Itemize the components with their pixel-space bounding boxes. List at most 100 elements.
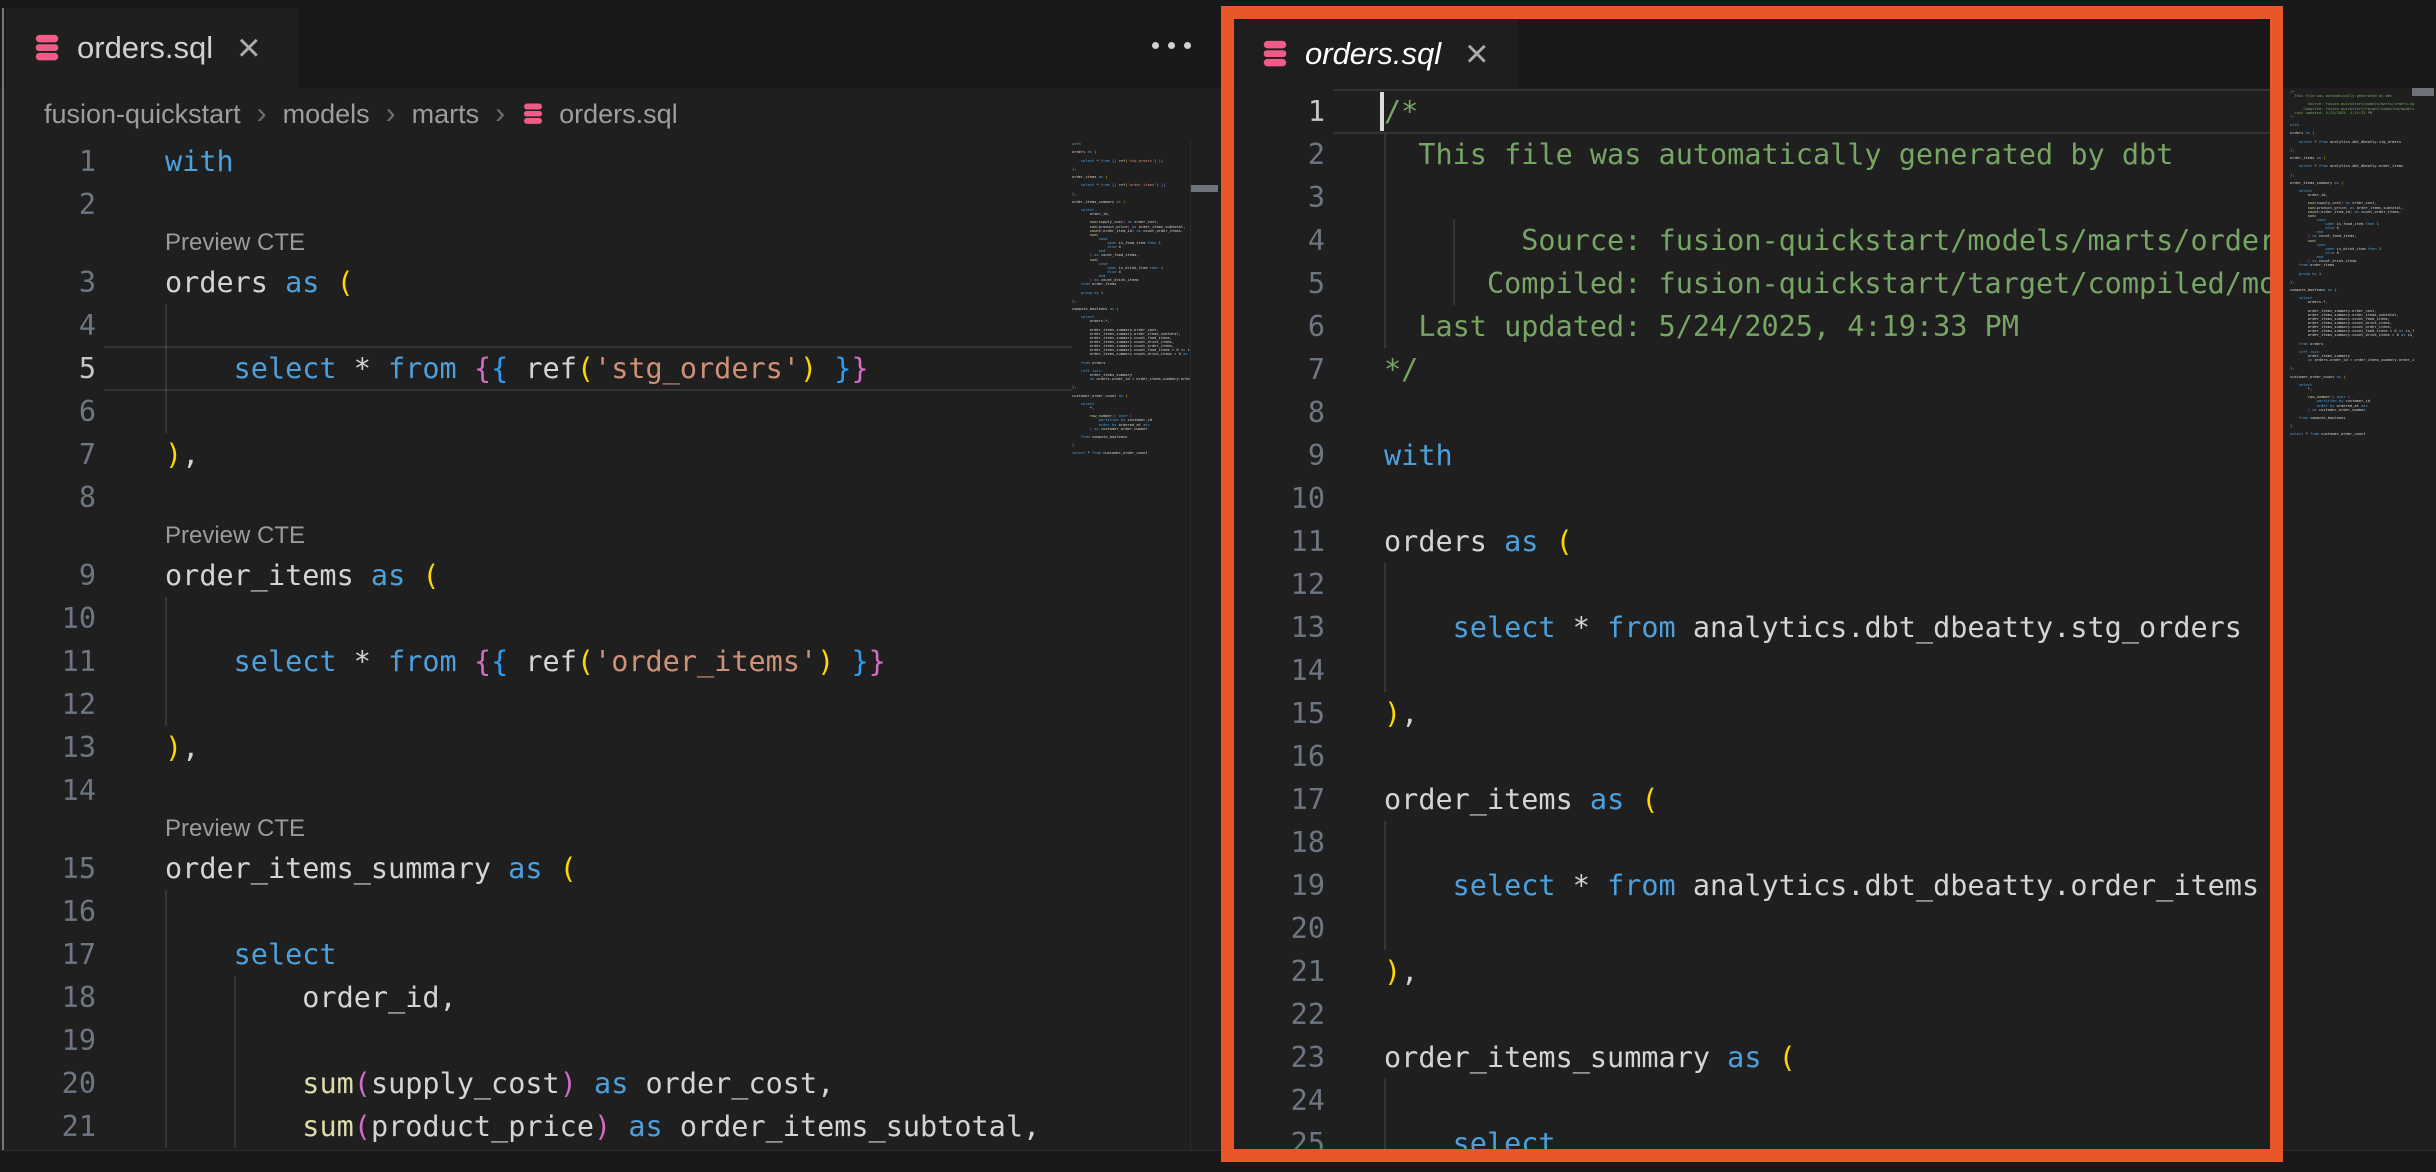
scrollbar-track[interactable] <box>1190 140 1191 1150</box>
line-number: 21 <box>1234 950 1325 993</box>
line-number: 12 <box>1234 563 1325 606</box>
line-number: 8 <box>1234 391 1325 434</box>
code-line[interactable] <box>1384 821 1401 864</box>
line-number: 13 <box>1234 606 1325 649</box>
close-icon[interactable]: × <box>1465 34 1488 74</box>
code-line[interactable]: order_id, <box>165 976 457 1019</box>
code-line[interactable]: This file was automatically generated by… <box>1384 133 2173 176</box>
code-line[interactable]: ), <box>165 433 199 476</box>
code-line[interactable] <box>165 1019 182 1062</box>
code-line[interactable]: select * from analytics.dbt_dbeatty.orde… <box>1384 864 2259 907</box>
code-line[interactable]: orders as ( <box>1384 520 1573 563</box>
code-line[interactable]: Last updated: 5/24/2025, 4:19:33 PM <box>1384 305 2019 348</box>
code-line[interactable]: order_items_summary as ( <box>165 847 577 890</box>
code-line[interactable] <box>1384 649 1401 692</box>
code-line[interactable] <box>1384 1079 1401 1122</box>
codelens-preview-cte[interactable]: Preview CTE <box>165 226 305 261</box>
indent-guide <box>1453 219 1455 305</box>
code-line[interactable]: with <box>165 140 234 183</box>
code-line[interactable] <box>165 769 182 812</box>
line-number: 12 <box>0 683 96 726</box>
overview-ruler-marker <box>1191 185 1218 192</box>
code-line[interactable]: /* <box>1384 90 1418 133</box>
code-line[interactable] <box>165 683 182 726</box>
line-number: 17 <box>1234 778 1325 821</box>
code-line[interactable] <box>165 890 182 933</box>
breadcrumb-item-file[interactable]: orders.sql <box>559 99 678 130</box>
code-line[interactable]: select * from {{ ref('stg_orders') }} <box>165 347 869 390</box>
code-line[interactable]: order_items as ( <box>1384 778 1659 821</box>
code-line[interactable] <box>1384 176 1401 219</box>
line-number: 5 <box>1234 262 1325 305</box>
close-icon[interactable]: × <box>237 28 260 68</box>
code-line[interactable]: orders as ( <box>165 261 354 304</box>
code-line[interactable]: sum(supply_cost) as order_cost, <box>165 1062 834 1105</box>
chevron-right-icon: › <box>493 97 507 131</box>
line-number: 22 <box>1234 993 1325 1036</box>
line-number: 3 <box>0 261 96 304</box>
line-number: 4 <box>1234 219 1325 262</box>
line-number: 15 <box>1234 692 1325 735</box>
code-line[interactable] <box>1384 735 1401 778</box>
tab-orders-sql-right-preview[interactable]: orders.sql × <box>1234 20 1518 88</box>
code-line[interactable] <box>1384 477 1401 520</box>
line-number: 9 <box>1234 434 1325 477</box>
code-line[interactable]: select * from analytics.dbt_dbeatty.stg_… <box>1384 606 2242 649</box>
line-number: 20 <box>0 1062 96 1105</box>
code-line[interactable]: select * from {{ ref('order_items') }} <box>165 640 886 683</box>
code-line[interactable]: ), <box>1384 692 1418 735</box>
indent-guide <box>1384 563 1386 692</box>
code-line[interactable] <box>165 304 182 347</box>
code-line[interactable] <box>1384 907 1401 950</box>
code-line[interactable]: sum(product_price) as order_items_subtot… <box>165 1105 1040 1148</box>
tab-orders-sql-left[interactable]: orders.sql × <box>6 8 298 88</box>
line-number: 10 <box>1234 477 1325 520</box>
editor-right[interactable]: 1/*2 This file was automatically generat… <box>1234 88 2270 1149</box>
code-line[interactable]: Source: fusion-quickstart/models/marts/o… <box>1384 219 2270 262</box>
chevron-right-icon: › <box>384 97 398 131</box>
breadcrumb-item-marts[interactable]: marts <box>412 99 480 130</box>
codelens-preview-cte[interactable]: Preview CTE <box>165 519 305 554</box>
codelens-preview-cte[interactable]: Preview CTE <box>165 812 305 847</box>
tab-label: orders.sql <box>77 30 213 66</box>
code-line[interactable]: Compiled: fusion-quickstart/target/compi… <box>1384 262 2270 305</box>
code-line[interactable]: order_items as ( <box>165 554 440 597</box>
line-number: 19 <box>1234 864 1325 907</box>
line-number: 9 <box>0 554 96 597</box>
code-line[interactable]: order_items_summary as ( <box>1384 1036 1796 1079</box>
line-number: 13 <box>0 726 96 769</box>
current-line-border <box>1333 132 2270 134</box>
tab-bar-left: orders.sql × <box>0 0 1220 88</box>
breadcrumb: fusion-quickstart › models › marts › ord… <box>44 88 1064 140</box>
line-number: 15 <box>0 847 96 890</box>
code-line[interactable]: ), <box>165 726 199 769</box>
line-number: 1 <box>1234 90 1325 133</box>
code-line[interactable] <box>1384 391 1401 434</box>
tab-label: orders.sql <box>1305 36 1441 72</box>
minimap-line: order_items_summary.count_drink_items > … <box>2290 333 2414 337</box>
line-number: 18 <box>0 976 96 1019</box>
code-line[interactable]: select <box>165 933 337 976</box>
code-line[interactable] <box>165 597 182 640</box>
minimap-left[interactable]: with orders as ( select * from {{ ref('s… <box>1072 142 1190 1148</box>
editor-left[interactable]: 1with2 Preview CTE3orders as (4 5 select… <box>0 140 1072 1150</box>
minimap-line: select * from customer_order_count <box>1072 451 1190 455</box>
code-line[interactable] <box>165 183 182 226</box>
minimap-right[interactable]: /* This file was automatically generated… <box>2290 90 2414 1148</box>
code-line[interactable]: ), <box>1384 950 1418 993</box>
code-line[interactable] <box>165 390 182 433</box>
code-line[interactable]: with <box>1384 434 1453 477</box>
indent-guide <box>1384 133 1386 348</box>
breadcrumb-item-models[interactable]: models <box>283 99 370 130</box>
more-actions-icon[interactable] <box>1152 42 1191 49</box>
code-line[interactable] <box>1384 563 1401 606</box>
text-cursor <box>1380 92 1384 131</box>
database-icon <box>32 32 62 64</box>
line-number: 23 <box>1234 1036 1325 1079</box>
code-line[interactable] <box>165 476 182 519</box>
breadcrumb-item-project[interactable]: fusion-quickstart <box>44 99 241 130</box>
code-line[interactable]: select <box>1384 1122 1556 1149</box>
code-line[interactable]: */ <box>1384 348 1418 391</box>
database-icon <box>1260 38 1290 70</box>
code-line[interactable] <box>1384 993 1401 1036</box>
